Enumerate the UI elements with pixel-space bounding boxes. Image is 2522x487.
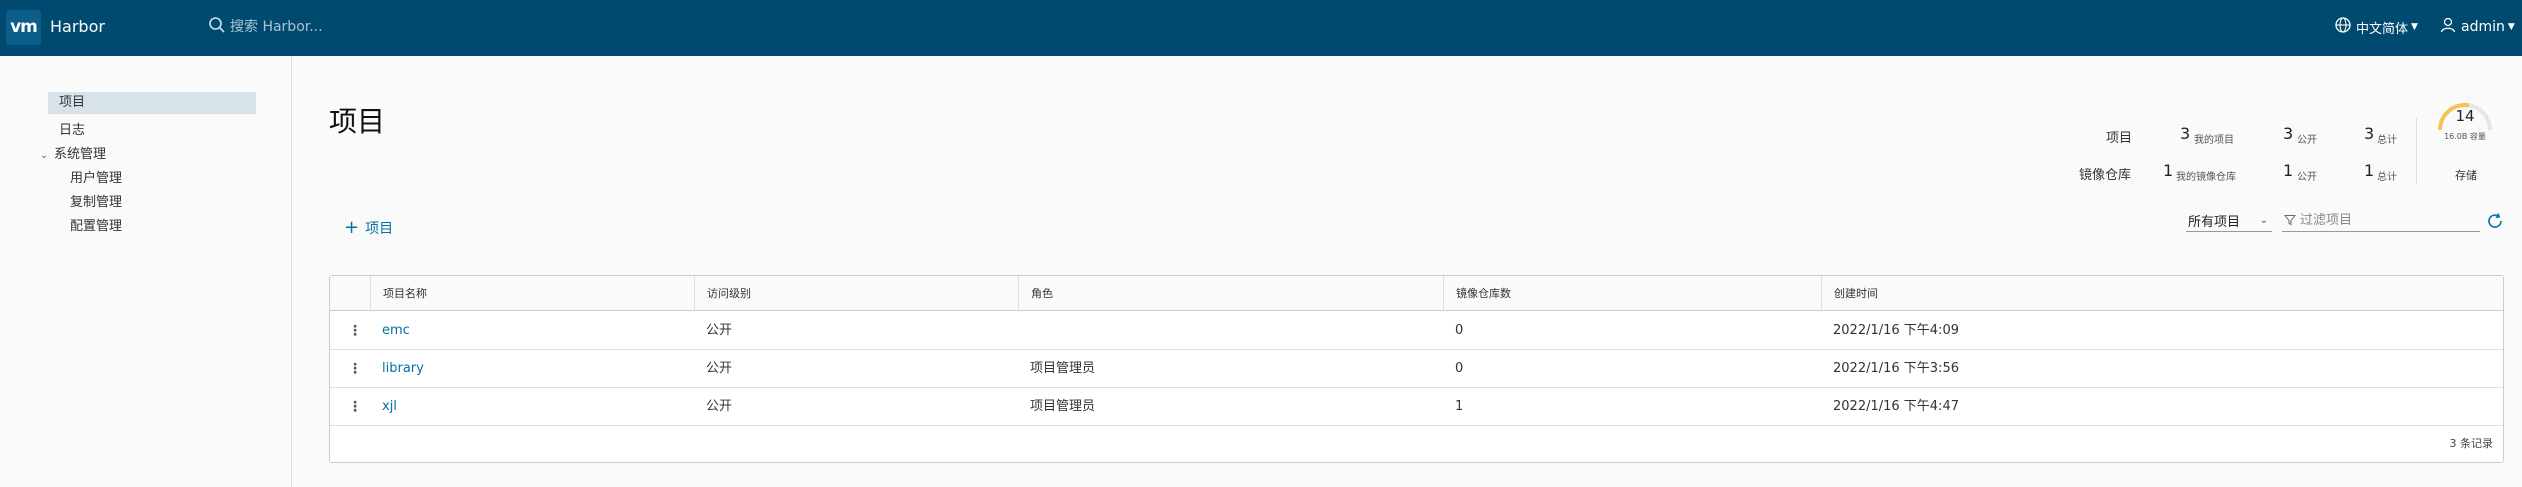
language-selector[interactable]: 中文简体 ▼ (2334, 16, 2418, 38)
globe-icon (2334, 16, 2356, 38)
access-level: 公开 (706, 323, 733, 338)
project-name-link[interactable]: xjl (382, 388, 397, 426)
creation-time: 2022/1/16 下午4:47 (1833, 399, 1959, 414)
stat-projects-total: 3 (2364, 124, 2375, 143)
stat-projects-mine-label: 我的项目 (2194, 135, 2234, 146)
plus-icon: + (344, 217, 360, 238)
project-name-link[interactable]: library (382, 350, 424, 388)
table-row: ⋮ library 公开 项目管理员 0 2022/1/16 下午3:56 (330, 350, 2503, 388)
stat-projects-label: 项目 (2106, 131, 2133, 146)
column-header-name[interactable]: 项目名称 (370, 276, 694, 311)
sidebar-item-label: 系统管理 (54, 147, 107, 162)
search-icon (208, 16, 226, 38)
role: 项目管理员 (1030, 399, 1096, 414)
project-filter[interactable] (2282, 210, 2480, 232)
stat-projects-public-label: 公开 (2297, 135, 2317, 146)
projects-table: 项目名称 访问级别 角色 镜像仓库数 创建时间 ⋮ emc 公开 0 2022/… (329, 275, 2504, 463)
chevron-down-icon[interactable]: ⌄ (40, 145, 54, 167)
project-name-link[interactable]: emc (382, 312, 410, 350)
stats-divider (2416, 118, 2417, 184)
stat-projects-total-label: 总计 (2377, 135, 2397, 146)
column-header-repos[interactable]: 镜像仓库数 (1443, 276, 1821, 311)
chevron-down-icon: ⌄ (2259, 215, 2268, 226)
stat-repos-total-label: 总计 (2377, 172, 2397, 183)
sidebar-item-logs[interactable]: 日志 (59, 120, 85, 142)
new-project-label: 项目 (365, 221, 394, 237)
stat-projects-public: 3 (2283, 124, 2294, 143)
creation-time: 2022/1/16 下午4:09 (1833, 323, 1959, 338)
sidebar-item-configuration[interactable]: 配置管理 (70, 216, 122, 238)
table-row: ⋮ xjl 公开 项目管理员 1 2022/1/16 下午4:47 (330, 388, 2503, 426)
refresh-icon[interactable] (2486, 212, 2504, 230)
app-title[interactable]: Harbor (50, 17, 105, 36)
column-header-access[interactable]: 访问级别 (694, 276, 1018, 311)
global-search[interactable] (208, 16, 490, 38)
row-actions-icon[interactable]: ⋮ (348, 350, 362, 388)
row-actions-icon[interactable]: ⋮ (348, 312, 362, 350)
sidebar-item-users[interactable]: 用户管理 (70, 168, 122, 190)
language-label: 中文简体 (2356, 21, 2409, 37)
stat-repos-public-label: 公开 (2297, 172, 2317, 183)
stat-repos-total: 1 (2364, 161, 2375, 180)
stat-repos-mine-label: 我的镜像仓库 (2176, 172, 2236, 183)
vmware-logo[interactable]: vm (6, 10, 41, 45)
stat-projects-mine: 3 (2180, 124, 2191, 143)
filter-icon (2282, 211, 2300, 230)
sidebar-item-projects[interactable]: 项目 (48, 92, 256, 114)
table-header: 项目名称 访问级别 角色 镜像仓库数 创建时间 (330, 276, 2503, 311)
user-menu[interactable]: admin ▼ (2439, 16, 2515, 38)
access-level: 公开 (706, 361, 733, 376)
chevron-down-icon: ▼ (2411, 22, 2418, 32)
role: 项目管理员 (1030, 361, 1096, 376)
repo-count: 1 (1455, 399, 1464, 414)
username-label: admin (2461, 19, 2505, 35)
project-type-value: 所有项目 (2188, 215, 2241, 230)
record-count: 3 条记录 (2449, 437, 2494, 450)
storage-capacity: 16.0B 容量 (2444, 132, 2486, 141)
chevron-down-icon: ▼ (2507, 22, 2515, 32)
storage-label: 存储 (2455, 169, 2477, 182)
repo-count: 0 (1455, 323, 1464, 338)
page-title: 项目 (329, 105, 386, 138)
sidebar-item-replications[interactable]: 复制管理 (70, 192, 122, 214)
filter-input[interactable] (2300, 213, 2470, 228)
repo-count: 0 (1455, 361, 1464, 376)
column-header-created[interactable]: 创建时间 (1821, 276, 2503, 311)
top-header: vm Harbor 中文简体 ▼ admin ▼ (0, 0, 2522, 56)
row-actions-icon[interactable]: ⋮ (348, 388, 362, 426)
table-row: ⋮ emc 公开 0 2022/1/16 下午4:09 (330, 312, 2503, 350)
sidebar: 项目 日志 ⌄ 系统管理 用户管理 复制管理 配置管理 (0, 56, 292, 487)
sidebar-item-administration[interactable]: ⌄ 系统管理 (40, 144, 106, 166)
stat-repos-public: 1 (2283, 161, 2294, 180)
stat-repos-label: 镜像仓库 (2079, 168, 2132, 183)
user-icon (2439, 16, 2461, 38)
column-header-role[interactable]: 角色 (1018, 276, 1443, 311)
creation-time: 2022/1/16 下午3:56 (1833, 361, 1959, 376)
stat-repos-mine: 1 (2163, 161, 2174, 180)
project-type-select[interactable]: 所有项目 ⌄ (2186, 210, 2272, 232)
storage-value: 14 (2455, 107, 2475, 125)
access-level: 公开 (706, 399, 733, 414)
new-project-button[interactable]: + 项目 (344, 218, 393, 238)
search-input[interactable] (230, 19, 490, 35)
